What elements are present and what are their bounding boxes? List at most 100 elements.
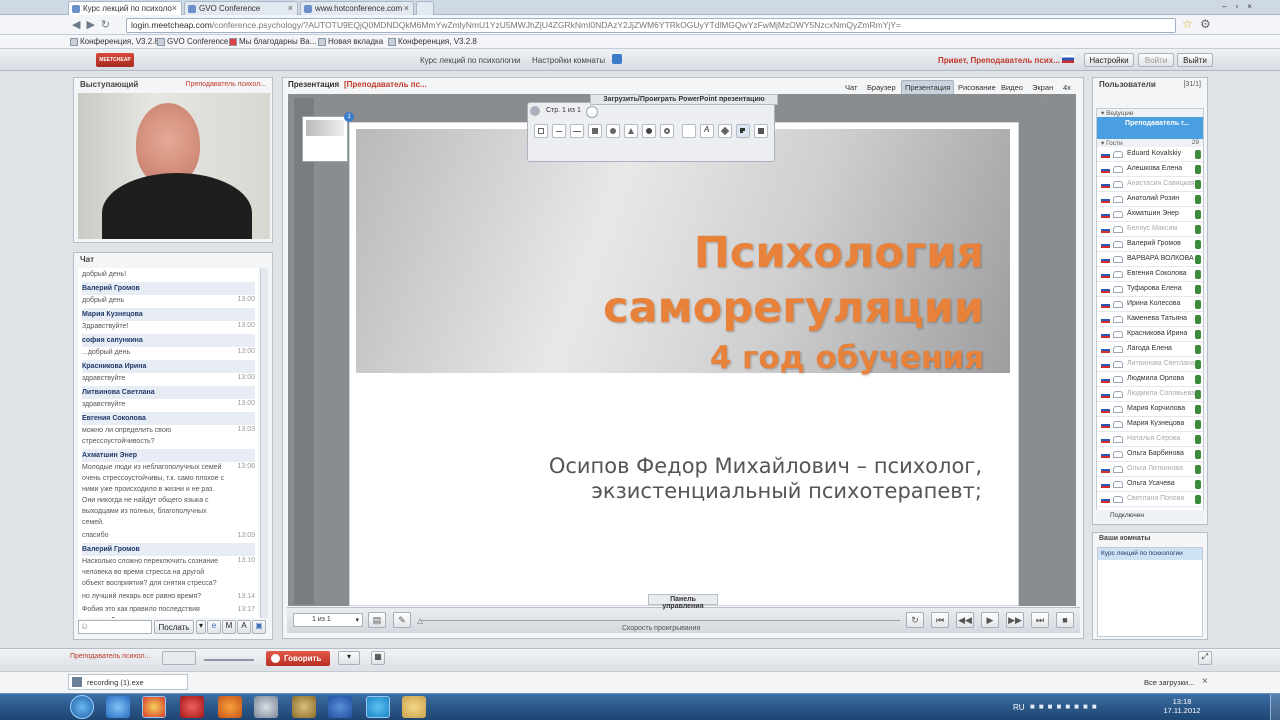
tab-video[interactable]: Видео xyxy=(998,81,1026,94)
login-button[interactable]: Войти xyxy=(1138,53,1174,67)
firefox-icon[interactable] xyxy=(218,696,242,718)
stop-icon[interactable]: ■ xyxy=(1056,612,1074,628)
tab-presentation[interactable]: Презентация xyxy=(901,80,955,95)
user-row[interactable]: Евгения Соколова xyxy=(1097,267,1203,282)
bookmark-item[interactable]: Мы благодарны Ва... xyxy=(229,37,316,46)
browser-tab-gvo[interactable]: GVO Conference × xyxy=(184,1,298,15)
bookmark-item[interactable]: Конференция, V3.2.8 xyxy=(388,37,477,46)
user-row[interactable]: Беляус Максим xyxy=(1097,222,1203,237)
user-row[interactable]: Анастасия Савицкая xyxy=(1097,177,1203,192)
page-select[interactable]: 1 из 1 ▾ xyxy=(293,613,363,627)
pencil-icon[interactable] xyxy=(552,124,566,138)
close-downloads-icon[interactable]: × xyxy=(1202,676,1208,687)
user-row[interactable]: ВАРВАРА ВОЛКОВА xyxy=(1097,252,1203,267)
settings-info-icon[interactable] xyxy=(612,54,622,64)
browser-tab-conference[interactable]: Курс лекций по психоло × xyxy=(68,1,182,15)
user-row[interactable]: Ольга Усачева xyxy=(1097,477,1203,492)
window-controls[interactable]: –▫× xyxy=(1222,2,1276,13)
play-icon[interactable]: ▶ xyxy=(981,612,999,628)
fast-forward-icon[interactable]: ▶▶ xyxy=(1006,612,1024,628)
settings-button[interactable]: Настройки xyxy=(1084,53,1134,67)
user-row[interactable]: Красникова Ирина xyxy=(1097,327,1203,342)
rewind-icon[interactable]: ◀◀ xyxy=(956,612,974,628)
send-options-chevron-icon[interactable]: ▾ xyxy=(196,620,206,634)
user-row[interactable]: Мария Кузнецова xyxy=(1097,417,1203,432)
close-tab-icon[interactable]: × xyxy=(288,3,293,13)
send-button[interactable]: Послать xyxy=(154,620,194,634)
pointer-icon[interactable] xyxy=(736,124,750,138)
user-row[interactable]: Литвинова Светлана xyxy=(1097,357,1203,372)
user-row[interactable]: Наталья Серова xyxy=(1097,432,1203,447)
bookmark-item[interactable]: Новая вкладка xyxy=(318,37,383,46)
font-size-icon[interactable]: M xyxy=(222,620,236,634)
toolbar-collapse-icon[interactable] xyxy=(530,106,540,116)
clock[interactable]: 13:18 17.11.2012 xyxy=(1162,697,1202,715)
save-chat-icon[interactable]: ▣ xyxy=(252,620,266,634)
group-leads[interactable]: ▾ Ведущие xyxy=(1097,109,1203,117)
lead-user-row[interactable]: Преподаватель г... xyxy=(1097,117,1203,139)
user-row[interactable]: Алешкова Елена xyxy=(1097,162,1203,177)
user-row[interactable]: Светлана Попова xyxy=(1097,492,1203,507)
tab-drawing[interactable]: Рисование xyxy=(955,81,999,94)
format-icon[interactable]: e xyxy=(207,620,221,634)
triangle-icon[interactable] xyxy=(624,124,638,138)
pen-app-icon[interactable] xyxy=(292,696,316,718)
user-row[interactable]: Ольга Литвинова xyxy=(1097,462,1203,477)
nav-buttons[interactable]: ◀▶↻ xyxy=(72,18,116,31)
network-app-icon[interactable] xyxy=(254,696,278,718)
user-row[interactable]: Валерий Громов xyxy=(1097,237,1203,252)
grid-icon[interactable]: ▦ xyxy=(371,651,385,665)
close-tab-icon[interactable]: × xyxy=(404,3,409,13)
address-bar[interactable]: login.meetcheap.com/conference.psycholog… xyxy=(126,18,1176,33)
group-guests[interactable]: ▾ Гости 29 xyxy=(1097,139,1203,147)
line-icon[interactable] xyxy=(570,124,584,138)
rectangle-icon[interactable] xyxy=(588,124,602,138)
playback-slider[interactable] xyxy=(420,620,900,621)
room-item[interactable]: Курс лекций по психологии xyxy=(1098,548,1202,560)
user-row[interactable]: Ирина Колесова xyxy=(1097,297,1203,312)
control-panel-tab[interactable]: Панель управления xyxy=(648,594,718,610)
bookmark-item[interactable]: Конференция, V3.2.8 xyxy=(70,37,159,46)
user-row[interactable]: Ольга Барбинова xyxy=(1097,447,1203,462)
room-settings-link[interactable]: Настройки комнаты xyxy=(532,56,605,65)
start-button-icon[interactable] xyxy=(70,695,94,719)
undo-icon[interactable] xyxy=(660,124,674,138)
screenshot-icon[interactable] xyxy=(754,124,768,138)
chrome-icon[interactable] xyxy=(142,696,166,718)
smiley-icon[interactable]: ☺ xyxy=(80,621,89,631)
upload-presentation-button[interactable]: Загрузить/Проиграть PowerPoint презентац… xyxy=(590,94,778,105)
first-slide-icon[interactable]: ⏮ xyxy=(931,612,949,628)
show-desktop-button[interactable] xyxy=(1270,694,1280,720)
wrench-icon[interactable]: ⚙ xyxy=(1200,17,1211,31)
user-row[interactable]: Людмила Соловьева xyxy=(1097,387,1203,402)
chat-messages[interactable]: добрый день! Валерий Громов добрый день 13… xyxy=(78,268,259,618)
download-item[interactable]: recording (1).exe xyxy=(68,674,188,690)
user-row[interactable]: Ахматшин Энер xyxy=(1097,207,1203,222)
status-menu-icon[interactable]: ▾ xyxy=(338,651,360,665)
user-row[interactable]: Людмила Орлова xyxy=(1097,372,1203,387)
language-indicator[interactable]: RU xyxy=(1013,703,1025,712)
user-row[interactable]: Лагода Елена xyxy=(1097,342,1203,357)
bookmark-item[interactable]: GVO Conference xyxy=(157,37,228,46)
tray-icons[interactable]: ■■■■■■■■ xyxy=(1030,702,1134,714)
word-icon[interactable] xyxy=(328,696,352,718)
skype-icon[interactable] xyxy=(366,696,390,718)
show-all-downloads[interactable]: Все загрузки... xyxy=(1144,678,1194,687)
user-row[interactable]: Каменева Татьяна xyxy=(1097,312,1203,327)
bookmark-star-icon[interactable]: ☆ xyxy=(1182,17,1193,31)
eraser-icon[interactable] xyxy=(718,124,732,138)
user-row[interactable]: Eduard Kovalskiy xyxy=(1097,147,1203,162)
expand-icon[interactable]: ⤢ xyxy=(1198,651,1212,665)
text-style-icon[interactable]: A xyxy=(237,620,251,634)
tab-browser[interactable]: Браузер xyxy=(864,81,899,94)
slide-thumbnail[interactable] xyxy=(302,116,348,162)
text-icon[interactable]: A xyxy=(700,124,714,138)
user-row[interactable]: Анатолий Розин xyxy=(1097,192,1203,207)
browser-tab-hotconference[interactable]: www.hotconference.com × xyxy=(300,1,414,15)
slide-view-icons[interactable]: ▫▫▫ xyxy=(1040,97,1070,105)
slider-handle[interactable]: △ xyxy=(417,616,423,625)
ie-icon[interactable] xyxy=(106,696,130,718)
circle-fill-icon[interactable] xyxy=(642,124,656,138)
pen-icon[interactable]: ✎ xyxy=(393,612,411,628)
chat-scrollbar[interactable] xyxy=(260,268,268,618)
